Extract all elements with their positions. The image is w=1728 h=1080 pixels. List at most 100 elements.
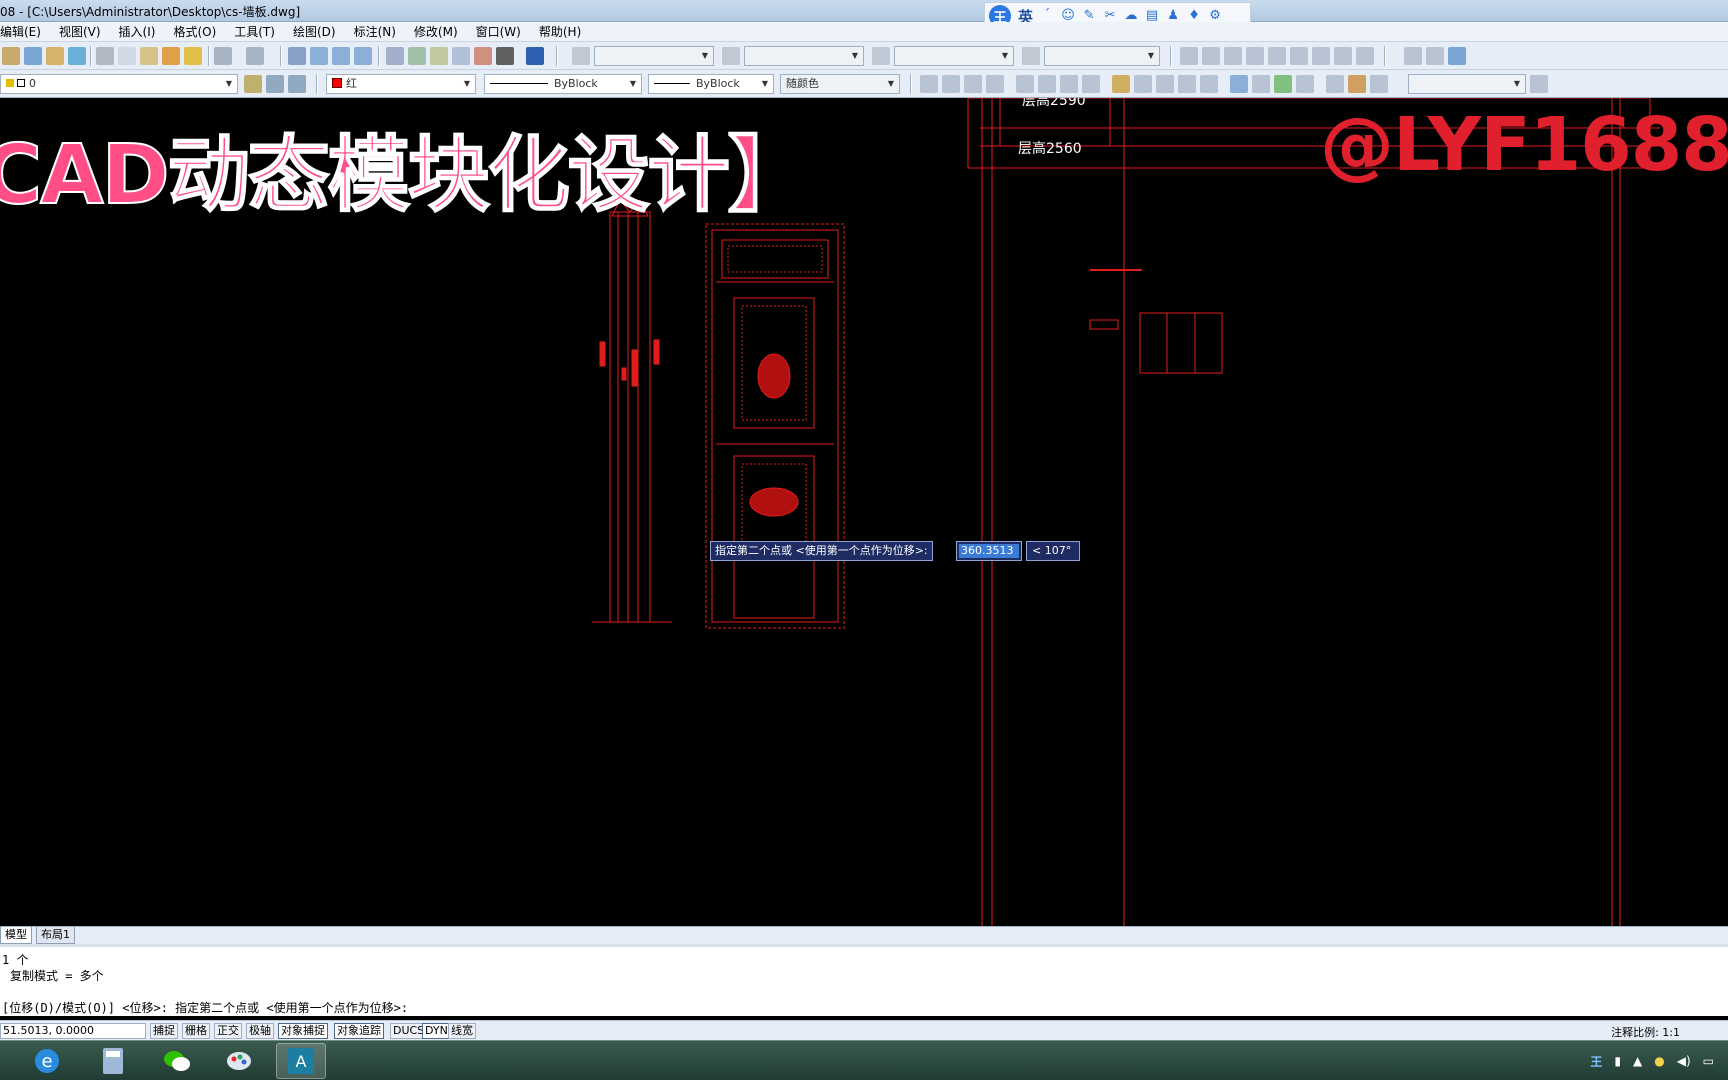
plotstyle-combo[interactable]: 随颜色 ▼ xyxy=(780,74,900,94)
tab-layout1[interactable]: 布局1 xyxy=(36,927,75,944)
table-style-icon[interactable] xyxy=(872,47,890,65)
linetype-combo[interactable]: ByBlock ▼ xyxy=(484,74,642,94)
ie-icon[interactable]: e xyxy=(22,1043,72,1079)
angular-dimension-icon[interactable] xyxy=(1082,75,1100,93)
calculator-icon[interactable] xyxy=(88,1043,138,1079)
plot-icon[interactable] xyxy=(46,47,64,65)
markup-tool-icon[interactable] xyxy=(1404,47,1422,65)
dim-style-icon[interactable] xyxy=(722,47,740,65)
paint-icon[interactable] xyxy=(214,1043,264,1079)
ordinate-dimension-icon[interactable] xyxy=(986,75,1004,93)
open-icon[interactable] xyxy=(2,47,20,65)
table-style-combo[interactable]: ▼ xyxy=(894,46,1014,66)
copy-icon[interactable] xyxy=(118,47,136,65)
polar-toggle[interactable]: 极轴 xyxy=(246,1023,274,1039)
undo-icon[interactable] xyxy=(214,47,232,65)
inspection-icon[interactable] xyxy=(1274,75,1292,93)
block-editor-icon[interactable] xyxy=(184,47,202,65)
lineweight-combo[interactable]: ByBlock ▼ xyxy=(648,74,774,94)
autocad-icon[interactable]: A xyxy=(276,1043,326,1079)
keyboard-icon[interactable]: ▤ xyxy=(1145,9,1159,23)
text-style-combo[interactable]: ▼ xyxy=(594,46,714,66)
volume-icon[interactable]: ◀) xyxy=(1677,1054,1691,1068)
text-align-icon[interactable] xyxy=(1356,47,1374,65)
continue-dimension-icon[interactable] xyxy=(1156,75,1174,93)
layer-previous-icon[interactable] xyxy=(288,75,306,93)
mleader-style-icon[interactable] xyxy=(1022,47,1040,65)
dimension-edit-icon[interactable] xyxy=(1326,75,1344,93)
command-line[interactable]: 1 个 复制模式 = 多个 [位移(D)/模式(O)] <位移>: 指定第二个点… xyxy=(0,944,1728,1016)
dim-style-combo[interactable]: ▼ xyxy=(744,46,864,66)
layer-combo[interactable]: 0 ▼ xyxy=(0,74,238,94)
redo-icon[interactable] xyxy=(246,47,264,65)
emoji-icon[interactable]: ☺ xyxy=(1061,9,1075,23)
snap-toggle[interactable]: 捕捉 xyxy=(150,1023,178,1039)
menu-window[interactable]: 窗口(W) xyxy=(467,23,530,40)
wechat-icon[interactable] xyxy=(152,1043,202,1079)
design-center-icon[interactable] xyxy=(408,47,426,65)
edit-text-icon[interactable] xyxy=(1224,47,1242,65)
pen-icon[interactable]: ✎ xyxy=(1082,9,1096,23)
menu-format[interactable]: 格式(O) xyxy=(164,23,225,40)
dimension-text-edit-icon[interactable] xyxy=(1348,75,1366,93)
multiline-text-icon[interactable] xyxy=(1202,47,1220,65)
jogged-dimension-icon[interactable] xyxy=(1038,75,1056,93)
dynamic-input-distance[interactable]: 360.3513 xyxy=(956,541,1022,561)
menu-draw[interactable]: 绘图(D) xyxy=(284,23,345,40)
zoom-previous-icon[interactable] xyxy=(354,47,372,65)
match-properties-icon[interactable] xyxy=(162,47,180,65)
dimension-space-icon[interactable] xyxy=(1178,75,1196,93)
cut-icon[interactable] xyxy=(96,47,114,65)
properties-icon[interactable] xyxy=(386,47,404,65)
paste-icon[interactable] xyxy=(140,47,158,65)
color-combo[interactable]: 红 ▼ xyxy=(326,74,476,94)
dim-style-control-combo[interactable]: ▼ xyxy=(1408,74,1526,94)
ime-tray-icon[interactable]: 王 xyxy=(1590,1053,1602,1070)
center-mark-icon[interactable] xyxy=(1252,75,1270,93)
jogged-linear-icon[interactable] xyxy=(1296,75,1314,93)
menu-insert[interactable]: 插入(I) xyxy=(110,23,165,40)
tolerance-icon[interactable] xyxy=(1230,75,1248,93)
text-scale-icon[interactable] xyxy=(1290,47,1308,65)
quick-dimension-icon[interactable] xyxy=(1112,75,1130,93)
dimension-style-icon[interactable] xyxy=(1530,75,1548,93)
zoom-realtime-icon[interactable] xyxy=(310,47,328,65)
pan-icon[interactable] xyxy=(288,47,306,65)
cloud-icon[interactable]: ☁ xyxy=(1124,9,1138,23)
mleader-style-combo[interactable]: ▼ xyxy=(1044,46,1160,66)
menu-help[interactable]: 帮助(H) xyxy=(530,23,590,40)
grid-toggle[interactable]: 栅格 xyxy=(182,1023,210,1039)
distance-value[interactable]: 360.3513 xyxy=(959,544,1019,558)
skin-icon[interactable]: ♦ xyxy=(1187,9,1201,23)
show-hidden-icon[interactable]: ▲ xyxy=(1633,1054,1642,1068)
preview-icon[interactable] xyxy=(68,47,86,65)
coordinate-readout[interactable]: 51.5013, 0.0000 xyxy=(0,1023,146,1039)
dimension-update-icon[interactable] xyxy=(1370,75,1388,93)
zoom-window-icon[interactable] xyxy=(332,47,350,65)
tool-palettes-icon[interactable] xyxy=(430,47,448,65)
text-style-icon[interactable] xyxy=(572,47,590,65)
lineweight-toggle[interactable]: 线宽 xyxy=(448,1023,476,1039)
help-icon[interactable] xyxy=(526,47,544,65)
command-prompt[interactable]: [位移(D)/模式(O)] <位移>: 指定第二个点或 <使用第一个点作为位移>… xyxy=(2,999,408,1016)
make-layer-current-icon[interactable] xyxy=(244,75,262,93)
menu-modify[interactable]: 修改(M) xyxy=(405,23,467,40)
dynamic-input-angle[interactable]: < 107° xyxy=(1026,541,1080,561)
menu-tools[interactable]: 工具(T) xyxy=(225,23,284,40)
menu-dimension[interactable]: 标注(N) xyxy=(345,23,405,40)
inquiry-icon[interactable] xyxy=(1426,47,1444,65)
dyn-toggle[interactable]: DYN xyxy=(422,1023,451,1039)
arc-length-icon[interactable] xyxy=(964,75,982,93)
network-icon[interactable]: ● xyxy=(1654,1054,1664,1068)
dimension-break-icon[interactable] xyxy=(1200,75,1218,93)
battery-icon[interactable]: ▮ xyxy=(1614,1054,1621,1068)
single-text-icon[interactable] xyxy=(1180,47,1198,65)
radius-dimension-icon[interactable] xyxy=(1016,75,1034,93)
markup-icon[interactable] xyxy=(474,47,492,65)
annotation-scale[interactable]: 注释比例: 1:1 xyxy=(1611,1024,1680,1040)
settings-icon[interactable]: ⚙ xyxy=(1208,9,1222,23)
osnap-toggle[interactable]: 对象捕捉 xyxy=(278,1023,328,1039)
punct-icon[interactable]: ˊ xyxy=(1040,9,1054,23)
action-center-icon[interactable]: ▭ xyxy=(1703,1054,1714,1068)
scissors-icon[interactable]: ✂ xyxy=(1103,9,1117,23)
